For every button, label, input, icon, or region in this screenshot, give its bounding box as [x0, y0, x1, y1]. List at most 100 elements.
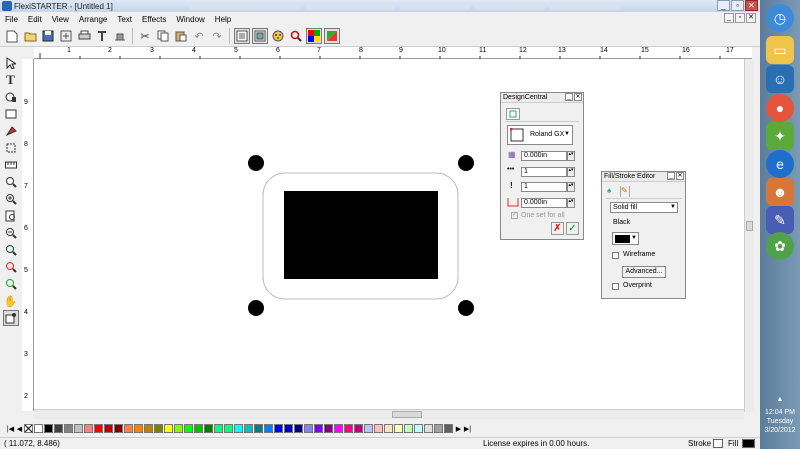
color-swatch[interactable]	[254, 424, 263, 433]
color-swatch[interactable]	[154, 424, 163, 433]
device-selector[interactable]: Roland GX ▼	[507, 125, 573, 145]
print-icon[interactable]	[76, 28, 92, 44]
design-central-icon[interactable]	[252, 28, 268, 44]
color-swatch[interactable]	[234, 424, 243, 433]
messenger-icon[interactable]: ☺	[766, 65, 794, 93]
color-swatch[interactable]	[384, 424, 393, 433]
wireframe-checkbox[interactable]	[612, 252, 619, 259]
undo-icon[interactable]: ↶	[191, 28, 207, 44]
text-tool-icon[interactable]: T	[3, 72, 19, 88]
menu-file[interactable]: File	[0, 15, 23, 24]
minimize-button[interactable]: _	[717, 0, 730, 11]
color-swatch[interactable]	[264, 424, 273, 433]
zoom-icon[interactable]	[288, 28, 304, 44]
zoom-all-icon[interactable]	[3, 242, 19, 258]
margin-spinner[interactable]: ▴▾	[567, 198, 575, 208]
menu-view[interactable]: View	[47, 15, 74, 24]
stroke-color-swatch[interactable]	[713, 439, 723, 448]
new-icon[interactable]	[4, 28, 20, 44]
menu-window[interactable]: Window	[171, 15, 209, 24]
color-swatch[interactable]	[134, 424, 143, 433]
color-swatch[interactable]	[214, 424, 223, 433]
doc-close-button[interactable]: ✕	[746, 13, 756, 23]
no-color-swatch[interactable]	[24, 424, 33, 433]
color-swatch[interactable]	[394, 424, 403, 433]
measure-tool-icon[interactable]	[3, 157, 19, 173]
fill-stroke-tool-icon[interactable]	[2, 310, 19, 326]
doc-minimize-button[interactable]: _	[724, 13, 734, 23]
copies-spinner[interactable]: ▴▾	[567, 182, 575, 192]
palette-first-button[interactable]: |◀	[6, 425, 15, 433]
system-clock[interactable]: 12:04 PM Tuesday 3/20/2012	[760, 408, 800, 435]
panel-size-field[interactable]: 0.000in	[521, 151, 567, 161]
color-swatch[interactable]	[294, 424, 303, 433]
color-swatch[interactable]	[104, 424, 113, 433]
design-central-tab[interactable]	[506, 108, 520, 120]
color-swatch[interactable]	[244, 424, 253, 433]
menu-help[interactable]: Help	[210, 15, 236, 24]
margin-field[interactable]: 0.000in	[521, 198, 567, 208]
color-swatch[interactable]	[44, 424, 53, 433]
advanced-button[interactable]: Advanced...	[622, 266, 666, 278]
zoom-object-icon[interactable]	[3, 276, 19, 292]
color-swatch[interactable]	[114, 424, 123, 433]
tray-flag-icon[interactable]: ▲	[760, 396, 800, 403]
color-swatch[interactable]	[304, 424, 313, 433]
panel-size-spinner[interactable]: ▴▾	[567, 151, 575, 161]
cancel-button[interactable]: ✗	[551, 222, 564, 235]
user-icon[interactable]: ☻	[766, 178, 794, 206]
ok-button[interactable]: ✓	[566, 222, 579, 235]
color-swatch[interactable]	[314, 424, 323, 433]
panel-close-button[interactable]: ✕	[676, 172, 684, 180]
passes-field[interactable]: 1	[521, 167, 567, 177]
color-swatch[interactable]	[434, 424, 443, 433]
cut-icon[interactable]: ✂	[137, 28, 153, 44]
color-swatch[interactable]	[414, 424, 423, 433]
vertical-scroll-thumb[interactable]	[746, 221, 753, 231]
import-icon[interactable]	[58, 28, 74, 44]
folder-icon[interactable]: ▭	[766, 36, 794, 64]
color-swatch[interactable]	[94, 424, 103, 433]
design-central-titlebar[interactable]: DesignCentral _ ✕	[501, 93, 583, 103]
fill-tab-icon[interactable]: ♠	[607, 186, 617, 197]
color-palette-icon[interactable]	[306, 28, 322, 44]
color-swatch[interactable]	[144, 424, 153, 433]
doc-restore-button[interactable]: ▫	[735, 13, 745, 23]
overprint-checkbox[interactable]	[612, 283, 619, 290]
cut-plot-icon[interactable]	[94, 28, 110, 44]
palette-next-button[interactable]: ▶	[454, 425, 463, 433]
vertical-scrollbar[interactable]	[744, 59, 754, 412]
color-swatch[interactable]	[424, 424, 433, 433]
fill-color-picker[interactable]: ▼	[612, 232, 639, 245]
menu-effects[interactable]: Effects	[137, 15, 171, 24]
color-swatch[interactable]	[174, 424, 183, 433]
close-button[interactable]: ✕	[745, 0, 758, 11]
shape-tool-icon[interactable]	[3, 89, 19, 105]
panel-minimize-button[interactable]: _	[565, 93, 573, 101]
panel-close-button[interactable]: ✕	[574, 93, 582, 101]
green-app-icon[interactable]: ✦	[766, 122, 794, 150]
color-swatch[interactable]	[354, 424, 363, 433]
copies-field[interactable]: 1	[521, 182, 567, 192]
redo-icon[interactable]: ↷	[209, 28, 225, 44]
fill-stroke-icon[interactable]	[324, 28, 340, 44]
color-ball-icon[interactable]: ✿	[766, 232, 794, 260]
stroke-tab-icon[interactable]: ✎	[620, 186, 630, 197]
color-swatch[interactable]	[364, 424, 373, 433]
fill-stroke-titlebar[interactable]: Fill/Stroke Editor _ ✕	[602, 172, 685, 182]
color-swatch[interactable]	[54, 424, 63, 433]
ie-icon[interactable]: e	[766, 150, 794, 178]
select-tool-icon[interactable]	[3, 55, 19, 71]
color-swatch[interactable]	[344, 424, 353, 433]
horizontal-scrollbar[interactable]	[34, 409, 744, 419]
color-swatch[interactable]	[404, 424, 413, 433]
color-swatch[interactable]	[84, 424, 93, 433]
menu-text[interactable]: Text	[112, 15, 137, 24]
horizontal-scroll-thumb[interactable]	[392, 411, 422, 418]
zoom-in-icon[interactable]	[3, 191, 19, 207]
flexi-icon[interactable]: ✎	[766, 206, 794, 234]
color-swatch[interactable]	[64, 424, 73, 433]
color-swatch[interactable]	[374, 424, 383, 433]
menu-edit[interactable]: Edit	[23, 15, 47, 24]
open-icon[interactable]	[22, 28, 38, 44]
